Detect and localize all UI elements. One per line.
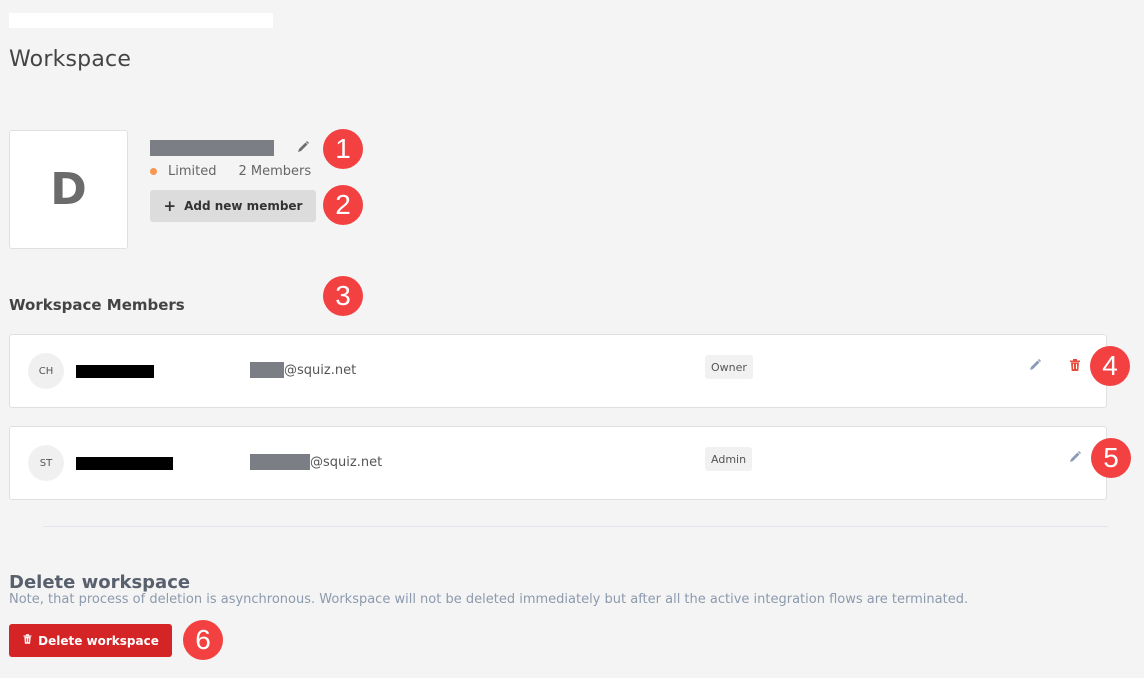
email-domain: @squiz.net: [310, 454, 383, 470]
plan-status-dot: [150, 168, 157, 175]
workspace-members-title: Workspace Members: [9, 296, 185, 314]
member-avatar: CH: [28, 353, 64, 389]
email-user-redacted: [250, 454, 310, 470]
add-new-member-button[interactable]: + Add new member: [150, 190, 316, 222]
section-divider: [43, 526, 1108, 527]
annotation-marker: 5: [1091, 438, 1131, 478]
plan-label: Limited: [168, 164, 217, 179]
annotation-marker: 2: [323, 185, 363, 225]
member-name-redacted: [76, 365, 154, 378]
member-row: ST @squiz.net Admin: [9, 426, 1107, 500]
page-title: Workspace: [9, 47, 132, 72]
annotation-marker: 6: [183, 620, 223, 660]
member-avatar: ST: [28, 445, 64, 481]
edit-workspace-name-icon[interactable]: [296, 139, 310, 153]
delete-workspace-note: Note, that process of deletion is asynch…: [9, 592, 969, 607]
annotation-marker: 1: [323, 129, 363, 169]
member-email: @squiz.net: [250, 454, 382, 470]
email-user-redacted: [250, 362, 284, 378]
member-name-redacted: [76, 457, 173, 470]
role-badge: Owner: [705, 355, 753, 379]
email-domain: @squiz.net: [284, 362, 357, 378]
edit-member-icon[interactable]: [1068, 449, 1082, 463]
edit-member-icon[interactable]: [1028, 357, 1042, 371]
add-new-member-label: Add new member: [184, 199, 303, 213]
annotation-marker: 4: [1090, 346, 1130, 386]
workspace-avatar: D: [9, 130, 128, 249]
trash-icon: [22, 633, 33, 648]
delete-workspace-button-label: Delete workspace: [38, 633, 159, 648]
role-badge: Admin: [705, 447, 753, 471]
plus-icon: +: [163, 197, 177, 215]
annotation-marker: 3: [323, 276, 363, 316]
delete-workspace-title: Delete workspace: [9, 572, 191, 593]
member-row: CH @squiz.net Owner: [9, 334, 1107, 408]
workspace-name-redacted: [150, 140, 274, 156]
member-count: 2 Members: [238, 164, 312, 179]
workspace-meta: Limited 2 Members: [150, 164, 311, 179]
delete-member-icon[interactable]: [1068, 357, 1082, 371]
delete-workspace-button[interactable]: Delete workspace: [9, 624, 172, 657]
member-email: @squiz.net: [250, 362, 356, 378]
top-bar-placeholder: [9, 13, 273, 28]
